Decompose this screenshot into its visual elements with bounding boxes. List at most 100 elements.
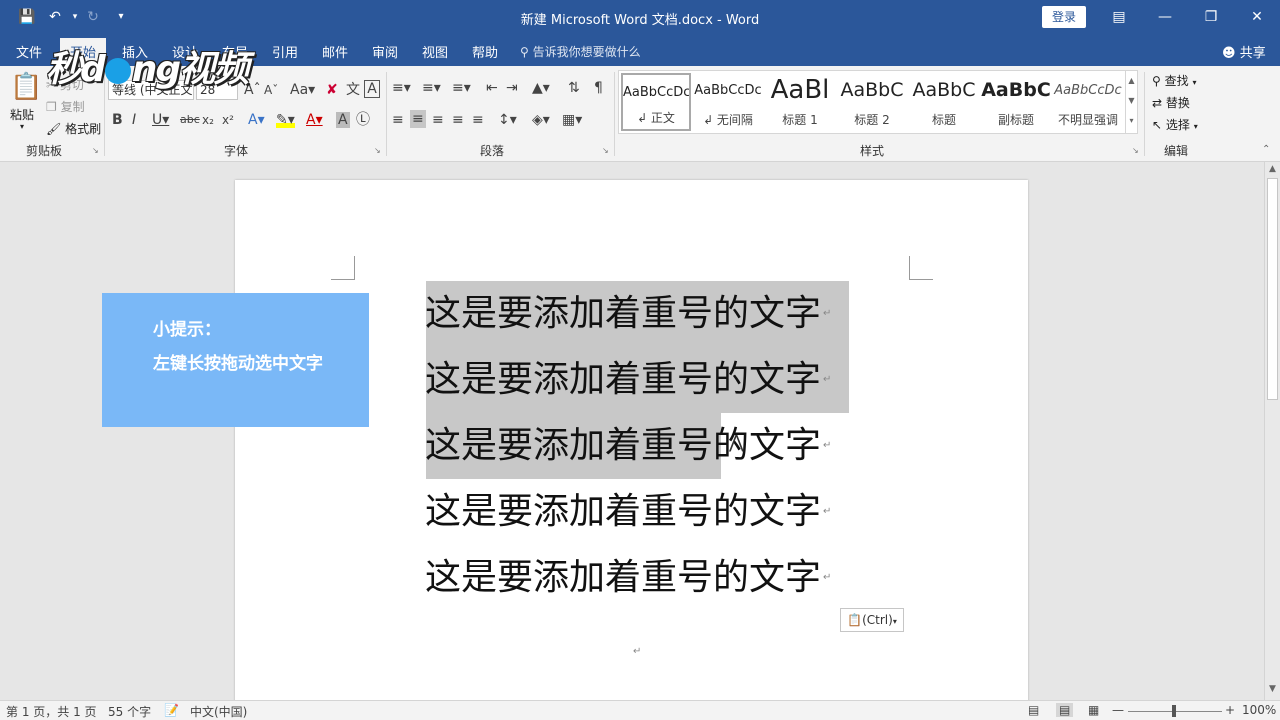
style-heading-1[interactable]: AaBl 标题 1 — [765, 73, 835, 131]
character-border-icon[interactable]: A — [364, 80, 380, 98]
style-name: 不明显强调 — [1057, 113, 1118, 127]
vertical-scrollbar[interactable]: ▲ ▼ — [1264, 162, 1280, 700]
align-left-icon[interactable]: ≡ — [392, 112, 404, 128]
word-count[interactable]: 55 个字 — [108, 703, 151, 720]
align-center-icon[interactable]: ≡ — [410, 110, 426, 128]
shrink-font-icon[interactable]: Aˇ — [264, 82, 278, 98]
brush-icon: 🖌 — [46, 122, 62, 136]
style-no-spacing[interactable]: AaBbCcDc ↲ 无间隔 — [693, 73, 763, 131]
character-shading-icon[interactable]: A — [336, 112, 350, 128]
read-mode-icon[interactable]: ▤ — [1028, 703, 1039, 717]
enclose-characters-icon[interactable]: Ⓛ — [356, 112, 370, 128]
italic-icon[interactable]: I — [132, 112, 136, 128]
superscript-icon[interactable]: x² — [222, 112, 234, 128]
paste-options-button[interactable]: 📋(Ctrl)▾ — [840, 608, 904, 632]
page-count[interactable]: 第 1 页，共 1 页 — [6, 703, 97, 720]
text-effects-icon[interactable]: A▾ — [248, 112, 265, 128]
borders-icon[interactable]: ▦▾ — [562, 112, 582, 128]
document-line[interactable]: 这是要添加着重号的文字 ↵ — [425, 352, 831, 408]
clear-formatting-icon[interactable]: ✘ — [326, 82, 338, 98]
share-button[interactable]: ☻ 共享 — [1222, 42, 1266, 61]
document-line[interactable]: 这是要添加着重号的文字 ↵ — [425, 550, 831, 606]
group-separator — [614, 72, 615, 156]
style-title[interactable]: AaBbC 标题 — [909, 73, 979, 131]
line-spacing-icon[interactable]: ↕▾ — [498, 112, 517, 128]
document-line[interactable]: 这是要添加着重号的文字 ↵ — [425, 484, 831, 540]
chevron-down-icon: ▾ — [892, 617, 897, 626]
format-painter-button[interactable]: 🖌 格式刷 — [46, 120, 101, 137]
tab-view[interactable]: 视图 — [422, 42, 448, 61]
line-text: 这是要添加着重号的文字 — [425, 425, 822, 466]
print-layout-icon[interactable]: ▤ — [1056, 703, 1074, 717]
paragraph-mark: ↵ — [823, 374, 832, 385]
decrease-indent-icon[interactable]: ⇤ — [486, 80, 498, 96]
paste-icon[interactable]: 📋 — [10, 72, 42, 102]
proofing-icon[interactable]: 📝 — [164, 703, 179, 717]
close-icon[interactable]: ✕ — [1234, 0, 1280, 34]
increase-indent-icon[interactable]: ⇥ — [506, 80, 518, 96]
zoom-slider-thumb[interactable] — [1172, 705, 1176, 717]
numbering-icon[interactable]: ≡▾ — [422, 80, 441, 96]
zoom-in-icon[interactable]: + — [1225, 703, 1235, 717]
scroll-thumb[interactable] — [1267, 178, 1278, 400]
styles-launcher-icon[interactable]: ↘ — [1132, 146, 1139, 155]
font-color-icon[interactable]: A▾ — [306, 112, 323, 128]
restore-icon[interactable]: ❐ — [1188, 0, 1234, 34]
align-right-icon[interactable]: ≡ — [432, 112, 444, 128]
document-line[interactable]: 这是要添加着重号的文字 ↵ — [425, 418, 831, 474]
underline-icon[interactable]: U▾ — [152, 112, 169, 128]
replace-icon: ⇄ — [1152, 96, 1163, 110]
tab-mailings[interactable]: 邮件 — [322, 42, 348, 61]
tab-file[interactable]: 文件 — [16, 42, 42, 61]
zoom-out-icon[interactable]: — — [1112, 703, 1124, 717]
paragraph-launcher-icon[interactable]: ↘ — [602, 146, 609, 155]
style-sample: AaBbCcDc — [1054, 83, 1122, 98]
strikethrough-icon[interactable]: abc — [180, 112, 200, 128]
clipboard-launcher-icon[interactable]: ↘ — [92, 146, 99, 155]
bullets-icon[interactable]: ≡▾ — [392, 80, 411, 96]
find-button[interactable]: ⚲ 查找 ▾ — [1152, 72, 1196, 89]
document-line[interactable]: 这是要添加着重号的文字 ↵ — [425, 286, 831, 342]
distributed-icon[interactable]: ≡ — [472, 112, 484, 128]
shading-icon[interactable]: ◈▾ — [532, 112, 550, 128]
font-launcher-icon[interactable]: ↘ — [374, 146, 381, 155]
multilevel-list-icon[interactable]: ≡▾ — [452, 80, 471, 96]
tell-me-search[interactable]: ⚲ 告诉我你想要做什么 — [520, 43, 641, 60]
ribbon-display-options-icon[interactable]: ▤ — [1096, 0, 1142, 34]
styles-group-label: 样式 — [860, 144, 885, 158]
collapse-ribbon-icon[interactable]: ⌃ — [1262, 144, 1270, 155]
style-heading-2[interactable]: AaBbC 标题 2 — [837, 73, 907, 131]
style-subtle-emphasis[interactable]: AaBbCcDc 不明显强调 — [1053, 73, 1123, 131]
select-button[interactable]: ↖ 选择 ▾ — [1152, 116, 1198, 133]
language-indicator[interactable]: 中文(中国) — [190, 703, 247, 720]
chinese-layout-icon[interactable]: ▲▾ — [532, 80, 550, 96]
scroll-up-icon[interactable]: ▲ — [1267, 164, 1278, 174]
justify-icon[interactable]: ≡ — [452, 112, 464, 128]
styles-scroll[interactable]: ▲ ▼ ▾ — [1125, 71, 1137, 133]
minimize-icon[interactable]: — — [1142, 0, 1188, 34]
highlight-icon[interactable]: ✎▾ — [276, 112, 295, 128]
tab-help[interactable]: 帮助 — [472, 42, 498, 61]
login-button[interactable]: 登录 — [1042, 6, 1086, 28]
tip-box: 小提示： 左键长按拖动选中文字 — [102, 293, 369, 427]
scroll-down-icon[interactable]: ▼ — [1267, 684, 1278, 694]
paste-dropdown-icon[interactable]: ▾ — [20, 122, 24, 131]
tab-references[interactable]: 引用 — [272, 42, 298, 61]
bold-icon[interactable]: B — [112, 112, 123, 128]
style-normal[interactable]: AaBbCcDc ↲ 正文 — [621, 73, 691, 131]
copy-button[interactable]: ❐ 复制 — [46, 98, 85, 115]
document-page[interactable]: 这是要添加着重号的文字 ↵ 这是要添加着重号的文字 ↵ 这是要添加着重号的文字 ↵ 这… — [235, 180, 1028, 710]
tab-review[interactable]: 审阅 — [372, 42, 398, 61]
zoom-level[interactable]: 100% — [1242, 703, 1276, 717]
paste-button[interactable]: 粘贴 — [10, 106, 34, 123]
phonetic-guide-icon[interactable]: 文 — [346, 82, 360, 98]
change-case-icon[interactable]: Aa▾ — [290, 82, 315, 98]
web-layout-icon[interactable]: ▦ — [1088, 703, 1099, 717]
subscript-icon[interactable]: x₂ — [202, 112, 214, 128]
document-area: 这是要添加着重号的文字 ↵ 这是要添加着重号的文字 ↵ 这是要添加着重号的文字 ↵ 这… — [0, 162, 1264, 710]
sort-icon[interactable]: ⇅ — [568, 80, 580, 96]
show-marks-icon[interactable]: ¶ — [594, 80, 603, 96]
replace-button[interactable]: ⇄ 替换 — [1152, 94, 1190, 111]
chevron-down-icon: ▾ — [1193, 122, 1198, 131]
style-subtitle[interactable]: AaBbC 副标题 — [981, 73, 1051, 131]
